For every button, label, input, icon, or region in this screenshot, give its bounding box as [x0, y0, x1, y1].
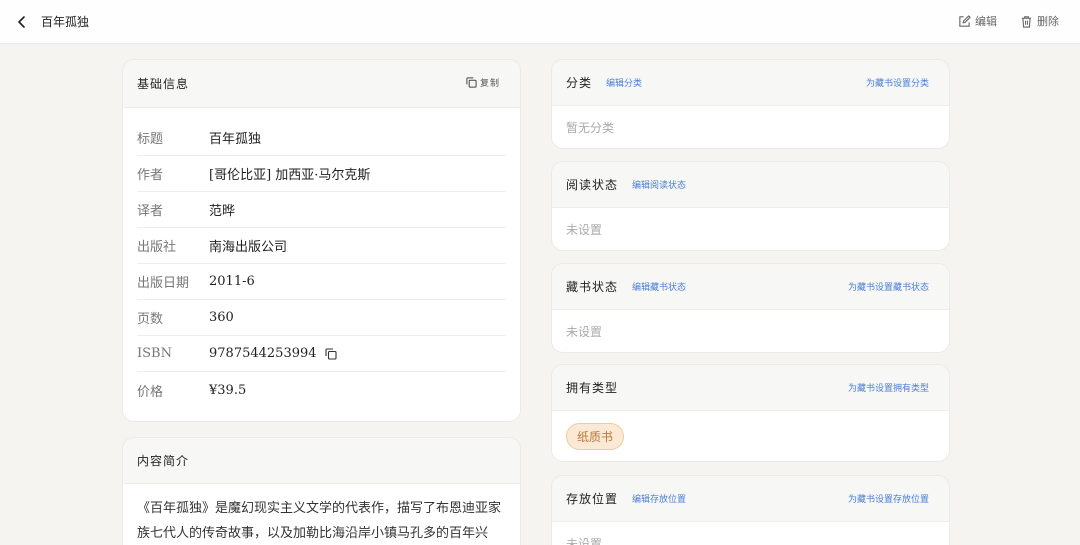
info-row-pages: 页数 360: [137, 300, 506, 336]
back-button[interactable]: [12, 12, 32, 32]
copy-label: 复制: [479, 79, 500, 89]
set-ownership-type-link[interactable]: 为藏书设置拥有类型: [848, 381, 929, 394]
info-row-publisher: 出版社 南海出版公司: [137, 228, 506, 264]
edit-location-link[interactable]: 编辑存放位置: [632, 492, 686, 505]
info-key: 页数: [137, 312, 164, 327]
info-value-isbn: 9787544253994: [209, 346, 337, 361]
copy-icon: [324, 347, 337, 360]
info-row-price: 价格 ¥39.5: [137, 372, 506, 408]
collection-status-header: 藏书状态 编辑藏书状态 为藏书设置藏书状态: [552, 264, 949, 310]
info-row-title: 标题 百年孤独: [137, 120, 506, 156]
info-key: 作者: [137, 168, 164, 183]
info-value: 2011-6: [209, 274, 255, 289]
location-title: 存放位置: [566, 492, 619, 506]
info-list: 标题 百年孤独 作者 [哥伦比亚] 加西亚·马尔克斯 译者 范晔 出版社 南海出…: [123, 108, 520, 408]
info-value: 南海出版公司: [209, 240, 288, 255]
ownership-tag[interactable]: 纸质书: [566, 422, 625, 450]
trash-icon: [1021, 15, 1032, 28]
info-row-isbn: ISBN 9787544253994: [137, 336, 506, 372]
ownership-type-body: 纸质书: [552, 411, 949, 461]
basic-info-card: 基础信息 复制 标题 百年孤独 作者 [哥伦比亚] 加西亚·马尔克斯 译者 范晔…: [122, 59, 521, 422]
basic-info-header: 基础信息 复制: [123, 60, 520, 108]
delete-button[interactable]: 删除: [1020, 12, 1059, 30]
page-title: 百年孤独: [41, 15, 90, 29]
edit-reading-status-link[interactable]: 编辑阅读状态: [632, 178, 686, 191]
isbn-value: 9787544253994: [209, 346, 317, 361]
collection-status-card: 藏书状态 编辑藏书状态 为藏书设置藏书状态 未设置: [551, 263, 950, 353]
info-value: 百年孤独: [209, 132, 262, 147]
category-card: 分类 编辑分类 为藏书设置分类 暂无分类: [551, 59, 950, 149]
copy-button[interactable]: 复制: [466, 76, 500, 89]
edit-collection-status-link[interactable]: 编辑藏书状态: [632, 280, 686, 293]
location-header: 存放位置 编辑存放位置 为藏书设置存放位置: [552, 476, 949, 522]
chevron-left-icon: [18, 16, 25, 28]
reading-status-value: 未设置: [566, 222, 603, 237]
isbn-copy-button[interactable]: [324, 347, 337, 360]
info-row-translator: 译者 范晔: [137, 192, 506, 228]
info-value: 360: [209, 310, 234, 325]
collection-status-value: 未设置: [566, 324, 603, 339]
info-value: ¥39.5: [209, 382, 247, 398]
info-row-publish-date: 出版日期 2011-6: [137, 264, 506, 300]
copy-icon: [466, 77, 477, 88]
category-title: 分类: [566, 76, 593, 90]
delete-label: 删除: [1037, 15, 1059, 28]
set-collection-status-link[interactable]: 为藏书设置藏书状态: [848, 280, 929, 293]
set-location-link[interactable]: 为藏书设置存放位置: [848, 492, 929, 505]
info-key: 价格: [137, 384, 164, 400]
info-key: 译者: [137, 204, 164, 219]
edit-category-link[interactable]: 编辑分类: [606, 76, 642, 89]
edit-button[interactable]: 编辑: [958, 12, 997, 30]
ownership-type-card: 拥有类型 为藏书设置拥有类型 纸质书: [551, 364, 950, 462]
top-bar: 百年孤独 编辑 删除: [0, 0, 1080, 44]
set-category-link[interactable]: 为藏书设置分类: [866, 76, 929, 89]
category-header: 分类 编辑分类 为藏书设置分类: [552, 60, 949, 106]
reading-status-card: 阅读状态 编辑阅读状态 未设置: [551, 161, 950, 251]
info-value: 范晔: [209, 204, 236, 219]
info-key: ISBN: [137, 346, 172, 361]
info-key: 出版日期: [137, 276, 190, 291]
category-value: 暂无分类: [566, 120, 615, 135]
synopsis-header: 内容简介: [123, 438, 520, 484]
reading-status-title: 阅读状态: [566, 178, 619, 192]
synopsis-title: 内容简介: [137, 454, 190, 468]
synopsis-card: 内容简介 《百年孤独》是魔幻现实主义文学的代表作，描写了布恩迪亚家族七代人的传奇…: [122, 437, 521, 545]
info-key: 标题: [137, 132, 164, 147]
info-key: 出版社: [137, 240, 177, 255]
location-value: 未设置: [566, 536, 603, 545]
info-value: [哥伦比亚] 加西亚·马尔克斯: [209, 168, 371, 183]
ownership-type-header: 拥有类型 为藏书设置拥有类型: [552, 365, 949, 411]
reading-status-header: 阅读状态 编辑阅读状态: [552, 162, 949, 208]
basic-info-title: 基础信息: [137, 77, 190, 91]
location-card: 存放位置 编辑存放位置 为藏书设置存放位置 未设置: [551, 475, 950, 545]
synopsis-text: 《百年孤独》是魔幻现实主义文学的代表作，描写了布恩迪亚家族七代人的传奇故事，以及…: [137, 501, 502, 541]
edit-icon: [959, 14, 971, 27]
ownership-type-title: 拥有类型: [566, 381, 619, 395]
edit-label: 编辑: [975, 15, 997, 28]
collection-status-title: 藏书状态: [566, 280, 619, 294]
info-row-author: 作者 [哥伦比亚] 加西亚·马尔克斯: [137, 156, 506, 192]
